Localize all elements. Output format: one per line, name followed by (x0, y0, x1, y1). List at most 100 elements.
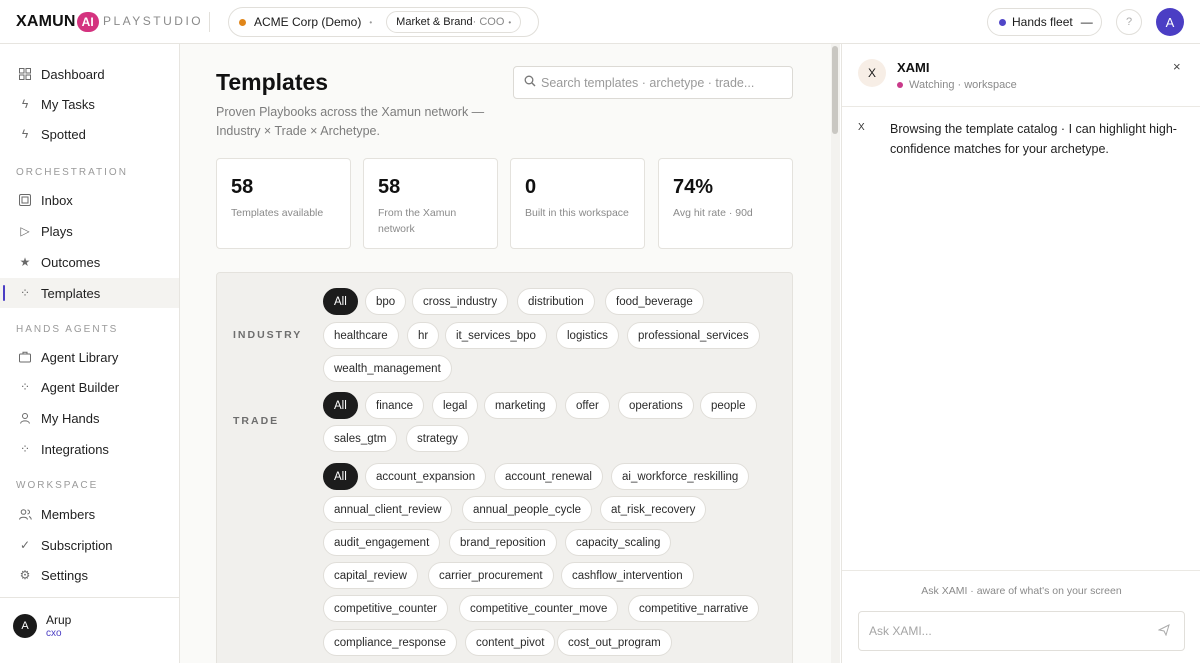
logo[interactable]: XAMUN AI (16, 12, 99, 32)
sidebar-item-inbox[interactable]: Inbox (0, 185, 179, 215)
user-role: cxo (46, 628, 62, 639)
sidebar-item-label: Agent Library (41, 349, 119, 365)
sidebar-item-agent-builder[interactable]: ⁘ Agent Builder (0, 372, 179, 402)
filter-chip-archetype[interactable]: capital_review (323, 562, 418, 589)
sidebar-item-spotted[interactable]: ϟ Spotted (0, 119, 179, 149)
main-content: Templates Proven Playbooks across the Xa… (180, 44, 840, 663)
product-name: PLAYSTUDIO (103, 14, 204, 28)
sidebar-item-members[interactable]: Members (0, 499, 179, 529)
filter-chip-archetype[interactable]: capacity_scaling (565, 529, 672, 556)
filter-chip-archetype[interactable]: account_expansion (365, 463, 487, 490)
stat-card-built-in-workspace: 0 Built in this workspace (510, 158, 645, 249)
filter-chip-archetype[interactable]: annual_people_cycle (462, 496, 593, 523)
filter-chip-trade[interactable]: legal (432, 392, 479, 419)
stat-caption: Templates available (231, 207, 324, 219)
filter-chip-industry[interactable]: food_beverage (605, 288, 704, 315)
filter-chip-industry[interactable]: healthcare (323, 322, 399, 349)
filter-chip-archetype[interactable]: audit_engagement (323, 529, 441, 556)
filter-chip-archetype[interactable]: cashflow_intervention (561, 562, 694, 589)
sidebar-item-label: Agent Builder (41, 379, 120, 395)
ask-box[interactable] (858, 611, 1185, 651)
filter-chip-archetype[interactable]: competitive_counter_move (459, 595, 619, 622)
filter-chip-archetype[interactable]: carrier_procurement (428, 562, 554, 589)
scrollbar[interactable] (831, 44, 840, 663)
sidebar-item-settings[interactable]: ⚙ Settings (0, 560, 179, 590)
ask-input[interactable] (869, 624, 1139, 638)
filter-panel: INDUSTRY TRADE All bpo cross_industry di… (216, 272, 793, 663)
filter-chip-industry[interactable]: professional_services (627, 322, 760, 349)
filter-chip-industry[interactable]: bpo (365, 288, 407, 315)
user-profile[interactable]: A Arup cxo (0, 597, 179, 663)
filter-chip-archetype[interactable]: competitive_counter (323, 595, 448, 622)
help-icon[interactable]: ? (1116, 9, 1142, 35)
user-name: Arup (46, 613, 72, 627)
filter-chip-trade[interactable]: offer (565, 392, 610, 419)
filter-chip-archetype[interactable]: account_renewal (494, 463, 603, 490)
filter-chip-trade[interactable]: operations (618, 392, 694, 419)
stat-caption: Built in this workspace (525, 207, 629, 219)
filter-chip-archetype[interactable]: ai_workforce_reskilling (611, 463, 750, 490)
sidebar-item-plays[interactable]: ▷ Plays (0, 216, 179, 246)
sidebar-item-integrations[interactable]: ⁘ Integrations (0, 434, 179, 464)
role-name: Market & Brand (396, 16, 473, 28)
filter-chip-trade[interactable]: marketing (484, 392, 557, 419)
filter-chip-industry[interactable]: it_services_bpo (445, 322, 547, 349)
hands-fleet-button[interactable]: Hands fleet — (987, 8, 1102, 36)
sidebar-item-subscription[interactable]: ✓ Subscription (0, 530, 179, 560)
filter-chip-trade[interactable]: finance (365, 392, 425, 419)
sidebar-item-label: Subscription (41, 537, 113, 553)
stat-value: 58 (378, 176, 401, 198)
sidebar-item-my-hands[interactable]: My Hands (0, 403, 179, 433)
sidebar-item-agent-library[interactable]: Agent Library (0, 342, 179, 372)
sidebar-item-label: Dashboard (41, 66, 105, 82)
filter-chip-industry[interactable]: cross_industry (412, 288, 509, 315)
filter-chip-industry[interactable]: logistics (556, 322, 619, 349)
filter-chip-archetype[interactable]: annual_client_review (323, 496, 453, 523)
filter-chip-trade[interactable]: All (323, 392, 358, 419)
sidebar-item-outcomes[interactable]: ★ Outcomes (0, 247, 179, 277)
sidebar-item-label: Settings (41, 567, 88, 583)
close-icon[interactable]: × (1173, 59, 1181, 74)
filter-chip-trade[interactable]: strategy (406, 425, 469, 452)
search-input[interactable] (541, 75, 781, 90)
sidebar-item-label: Templates (41, 285, 101, 301)
context-switcher[interactable]: ACME Corp (Demo) • Market & Brand · COO … (228, 7, 539, 37)
filter-chip-archetype[interactable]: brand_reposition (449, 529, 557, 556)
sidebar-item-label: Members (41, 506, 96, 522)
sidebar-item-label: My Hands (41, 410, 100, 426)
sidebar-item-templates[interactable]: ⁘ Templates (0, 278, 179, 308)
sidebar-item-label: Integrations (41, 441, 109, 457)
filter-chip-industry[interactable]: hr (407, 322, 440, 349)
filter-chip-archetype[interactable]: competitive_narrative (628, 595, 760, 622)
ask-hint: Ask XAMI · aware of what's on your scree… (921, 585, 1122, 597)
filter-chip-archetype[interactable]: at_risk_recovery (600, 496, 707, 523)
filter-chip-industry[interactable]: distribution (517, 288, 595, 315)
stat-card-from-network: 58 From the Xamun network (363, 158, 498, 249)
search-icon (524, 75, 536, 90)
scrollbar-thumb[interactable] (832, 46, 838, 134)
divider (842, 106, 1200, 107)
check-icon: ✓ (19, 538, 31, 552)
filter-chip-industry[interactable]: All (323, 288, 358, 315)
avatar[interactable]: A (1156, 8, 1184, 36)
stat-value: 58 (231, 176, 254, 198)
bolt-icon: ϟ (21, 127, 29, 141)
stat-card-templates-available: 58 Templates available (216, 158, 351, 249)
sidebar-item-label: Plays (41, 223, 73, 239)
filter-chip-archetype[interactable]: compliance_response (323, 629, 457, 656)
org-caret-icon[interactable]: • (369, 18, 372, 27)
org-status-dot (239, 18, 246, 26)
filter-chip-archetype[interactable]: content_pivot (465, 629, 556, 656)
filter-chip-trade[interactable]: sales_gtm (323, 425, 398, 452)
filter-chip-archetype[interactable]: All (323, 463, 358, 490)
sidebar-item-dashboard[interactable]: Dashboard (0, 59, 179, 89)
filter-chip-trade[interactable]: people (700, 392, 757, 419)
filter-chip-archetype[interactable]: cost_out_program (557, 629, 672, 656)
filter-chip-industry[interactable]: wealth_management (323, 355, 452, 382)
search-box[interactable] (513, 66, 793, 99)
send-icon[interactable] (1157, 624, 1170, 639)
stat-caption: Avg hit rate · 90d (673, 207, 753, 219)
role-selector[interactable]: Market & Brand · COO • (386, 11, 522, 33)
sidebar-item-my-tasks[interactable]: ϟ My Tasks (0, 89, 179, 119)
stat-caption: From the Xamun network (378, 207, 457, 235)
